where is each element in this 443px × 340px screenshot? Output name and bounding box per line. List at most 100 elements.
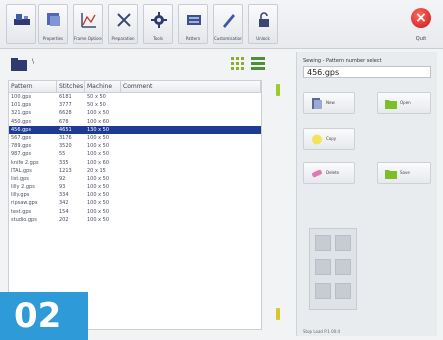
table-row[interactable]: knife 2.gps 335 100 x 60 <box>9 159 261 167</box>
save-folder-icon <box>385 170 397 179</box>
toolbar-label: Properties <box>42 36 64 41</box>
pattern-number-input[interactable]: 456.gps <box>303 66 431 78</box>
column-pattern[interactable]: Pattern <box>9 81 57 92</box>
cell-comment <box>121 150 261 158</box>
scroll-up-icon[interactable] <box>276 84 280 96</box>
table-row[interactable]: test.gps 154 100 x 50 <box>9 208 261 216</box>
table-row[interactable]: ripsaw.gps 342 100 x 50 <box>9 199 261 207</box>
cell-pattern: lilly 2.gps <box>11 184 35 191</box>
toolbar-label: Preparation <box>111 36 135 41</box>
cell-comment <box>121 216 261 224</box>
browser-header: \ <box>8 52 270 78</box>
scroll-down-icon[interactable] <box>276 308 280 320</box>
cell-machine: 100 x 60 <box>87 118 110 125</box>
cell-pattern: 567.gps <box>11 134 32 141</box>
toolbar-label: Frame Options <box>74 36 102 41</box>
cell-stitches: 3777 <box>59 102 72 109</box>
cell-pattern: 101.gps <box>11 102 32 109</box>
customisation-icon <box>223 14 235 28</box>
delete-icon <box>312 169 322 178</box>
table-row[interactable]: 450.gps 678 100 x 60 <box>9 118 261 126</box>
tools-icon <box>151 12 167 28</box>
panel-label: Sewing - Pattern number select <box>303 58 382 64</box>
table-scrollbar[interactable] <box>270 80 286 330</box>
table-row[interactable]: lilly 2.gps 93 100 x 50 <box>9 183 261 191</box>
toolbar-button-tools[interactable]: Tools <box>143 4 173 44</box>
copy-icon <box>312 134 322 145</box>
toolbar-button-machine[interactable] <box>6 4 36 44</box>
cell-pattern: 987.gps <box>11 151 32 158</box>
toolbar-label: Unlock <box>256 36 270 41</box>
app-screen: Properties Frame Options Preparation Too… <box>0 0 443 340</box>
table-row[interactable]: 987.gps 55 100 x 50 <box>9 150 261 158</box>
table-row[interactable]: studio.gps 202 100 x 50 <box>9 216 261 224</box>
column-machine[interactable]: Machine <box>85 81 121 92</box>
pattern-select-panel: Sewing - Pattern number select 456.gps N… <box>296 52 437 336</box>
table-row[interactable]: lilly.gps 334 100 x 50 <box>9 191 261 199</box>
view-toggle <box>230 56 270 72</box>
table-body: 100.gps 6181 50 x 50 101.gps 3777 50 x 50 321.… <box>9 93 261 224</box>
cell-comment <box>121 142 261 150</box>
column-comment[interactable]: Comment <box>121 81 261 92</box>
table-row[interactable]: 101.gps 3777 50 x 50 <box>9 101 261 109</box>
column-stitches[interactable]: Stitches <box>57 81 85 92</box>
cell-pattern: lilly.gps <box>11 192 30 199</box>
table-header: Pattern Stitches Machine Comment <box>9 81 261 93</box>
quit-label: Quit <box>415 36 427 42</box>
cell-machine: 100 x 50 <box>87 184 110 191</box>
cell-stitches: 93 <box>59 184 66 191</box>
cell-stitches: 678 <box>59 118 69 125</box>
table-row[interactable]: 100.gps 6181 50 x 50 <box>9 93 261 101</box>
table-row[interactable]: ITAL.gps 1213 20 x 15 <box>9 167 261 175</box>
cell-comment <box>121 208 261 216</box>
new-button[interactable]: New <box>303 92 355 114</box>
cell-comment <box>121 134 261 142</box>
table-row[interactable]: list.gps 92 100 x 50 <box>9 175 261 183</box>
folder-up-icon[interactable] <box>10 56 28 72</box>
open-button[interactable]: Open <box>377 92 431 114</box>
toolbar-button-unlock[interactable]: Unlock <box>248 4 278 44</box>
save-button[interactable]: Save <box>377 162 431 184</box>
cell-stitches: 342 <box>59 200 69 207</box>
table-row[interactable]: 456.gps 4651 130 x 50 <box>9 125 261 134</box>
cell-stitches: 154 <box>59 208 69 215</box>
cell-stitches: 335 <box>59 159 69 166</box>
preparation-icon <box>117 13 131 27</box>
copy-button[interactable]: Copy <box>303 128 355 150</box>
cell-machine: 100 x 50 <box>87 200 110 207</box>
list-view-icon[interactable] <box>250 56 266 72</box>
cell-machine: 100 x 50 <box>87 110 110 117</box>
cell-pattern: studio.gps <box>11 216 37 223</box>
toolbar-button-frame-options[interactable]: Frame Options <box>73 4 103 44</box>
toolbar-button-preparation[interactable]: Preparation <box>108 4 138 44</box>
cell-pattern: 321.gps <box>11 110 32 117</box>
table-row[interactable]: 567.gps 3176 100 x 50 <box>9 134 261 142</box>
toolbar-label: Pattern <box>185 36 201 41</box>
cell-machine: 50 x 50 <box>87 102 106 109</box>
cell-machine: 130 x 50 <box>87 126 110 133</box>
quit-button[interactable]: × Quit <box>407 6 435 44</box>
delete-button[interactable]: Delete <box>303 162 355 184</box>
grid-view-icon[interactable] <box>230 56 246 72</box>
new-pattern-icon <box>312 98 322 109</box>
cell-machine: 100 x 50 <box>87 151 110 158</box>
toolbar-button-properties[interactable]: Properties <box>38 4 68 44</box>
toolbar-button-pattern[interactable]: Pattern <box>178 4 208 44</box>
cell-stitches: 6628 <box>59 110 72 117</box>
cell-stitches: 4651 <box>59 126 72 133</box>
machine-icon <box>14 14 30 25</box>
toolbar: Properties Frame Options Preparation Too… <box>0 0 443 49</box>
cell-comment <box>121 191 261 199</box>
cell-machine: 50 x 50 <box>87 94 106 100</box>
cell-machine: 100 x 50 <box>87 143 110 150</box>
cell-pattern: list.gps <box>11 175 29 182</box>
table-row[interactable]: 789.gps 3520 100 x 50 <box>9 142 261 150</box>
properties-icon <box>47 13 60 26</box>
table-row[interactable]: 321.gps 6628 100 x 50 <box>9 109 261 117</box>
unlock-icon <box>259 12 269 27</box>
cell-pattern: ITAL.gps <box>11 167 32 174</box>
cell-pattern: knife 2.gps <box>11 159 39 166</box>
pattern-icon <box>187 15 201 25</box>
toolbar-button-customisation[interactable]: Customisation <box>213 4 243 44</box>
cell-stitches: 55 <box>59 151 66 158</box>
